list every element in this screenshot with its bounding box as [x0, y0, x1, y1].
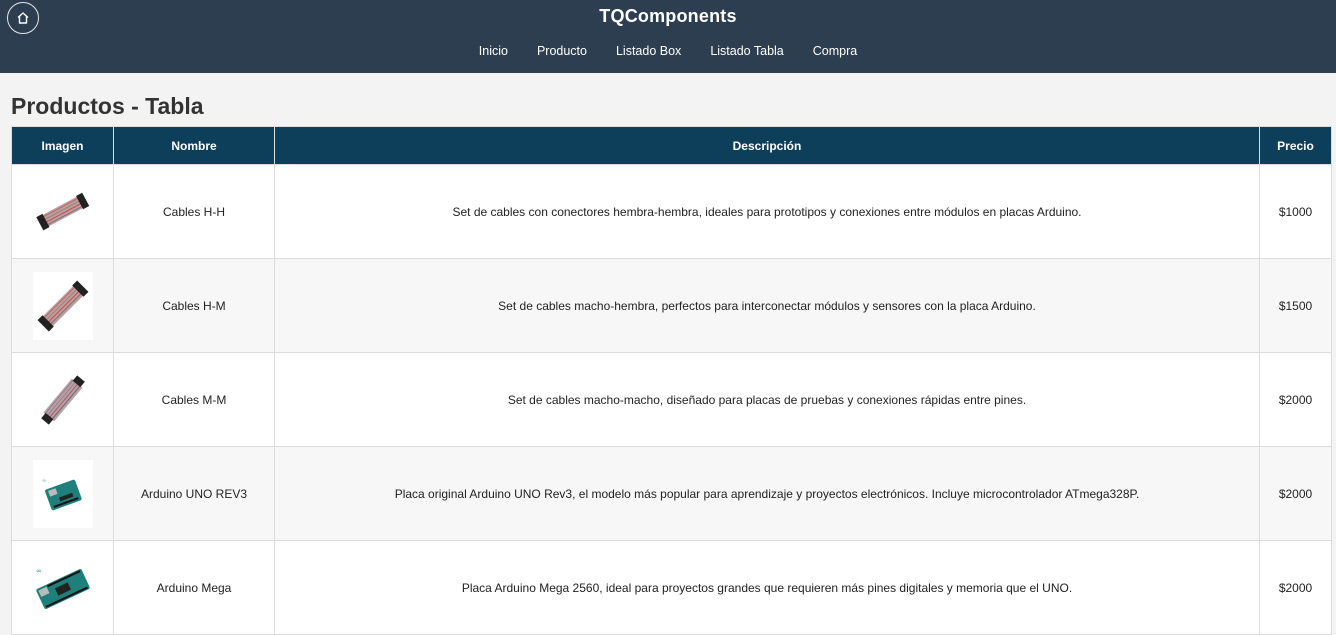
column-header-imagen: Imagen — [11, 126, 114, 165]
product-image-cell — [11, 258, 114, 353]
product-price: $2000 — [1259, 540, 1332, 635]
main-nav: Inicio Producto Listado Box Listado Tabl… — [0, 44, 1336, 58]
product-name: Cables M-M — [113, 352, 275, 447]
product-image-cell: ∞ — [11, 446, 114, 541]
product-price: $1500 — [1259, 258, 1332, 353]
product-image-cell — [11, 352, 114, 447]
product-description: Placa Arduino Mega 2560, ideal para proy… — [274, 540, 1260, 635]
table-row: ∞ Arduino Mega Placa Arduino Mega 2560, … — [11, 540, 1332, 635]
table-header-row: Imagen Nombre Descripción Precio — [11, 126, 1332, 165]
nav-listado-box[interactable]: Listado Box — [601, 44, 695, 58]
product-description: Set de cables con conectores hembra-hemb… — [274, 164, 1260, 259]
jumper-cables-icon — [32, 177, 93, 246]
product-price: $1000 — [1259, 164, 1332, 259]
nav-compra[interactable]: Compra — [798, 44, 871, 58]
page-title: Productos - Tabla — [11, 93, 204, 119]
table-row: ∞ Arduino UNO REV3 Placa original Arduin… — [11, 446, 1332, 541]
column-header-precio: Precio — [1259, 126, 1332, 165]
nav-producto[interactable]: Producto — [522, 44, 601, 58]
product-description: Set de cables macho-hembra, perfectos pa… — [274, 258, 1260, 353]
table-row: Cables H-H Set de cables con conectores … — [11, 164, 1332, 259]
products-table: Imagen Nombre Descripción Precio Cables … — [11, 126, 1332, 635]
column-header-descripcion: Descripción — [274, 126, 1260, 165]
table-row: Cables H-M Set de cables macho-hembra, p… — [11, 258, 1332, 353]
column-header-nombre: Nombre — [113, 126, 275, 165]
brand-title: TQComponents — [599, 6, 737, 26]
product-price: $2000 — [1259, 352, 1332, 447]
svg-text:∞: ∞ — [42, 478, 46, 484]
jumper-cables-icon — [32, 365, 93, 434]
product-image-cell: ∞ — [11, 540, 114, 635]
svg-text:∞: ∞ — [36, 567, 42, 575]
product-price: $2000 — [1259, 446, 1332, 541]
product-image-cell — [11, 164, 114, 259]
nav-listado-tabla[interactable]: Listado Tabla — [696, 44, 798, 58]
product-name: Cables H-H — [113, 164, 275, 259]
arduino-board-icon: ∞ — [32, 553, 93, 622]
product-name: Arduino UNO REV3 — [113, 446, 275, 541]
table-row: Cables M-M Set de cables macho-macho, di… — [11, 352, 1332, 447]
jumper-cables-icon — [32, 271, 93, 340]
products-table-wrapper: Imagen Nombre Descripción Precio Cables … — [11, 126, 1332, 635]
product-description: Placa original Arduino UNO Rev3, el mode… — [274, 446, 1260, 541]
product-name: Cables H-M — [113, 258, 275, 353]
top-header: TQComponents Inicio Producto Listado Box… — [0, 0, 1336, 73]
product-description: Set de cables macho-macho, diseñado para… — [274, 352, 1260, 447]
nav-inicio[interactable]: Inicio — [464, 44, 522, 58]
arduino-board-icon: ∞ — [32, 459, 93, 528]
product-name: Arduino Mega — [113, 540, 275, 635]
